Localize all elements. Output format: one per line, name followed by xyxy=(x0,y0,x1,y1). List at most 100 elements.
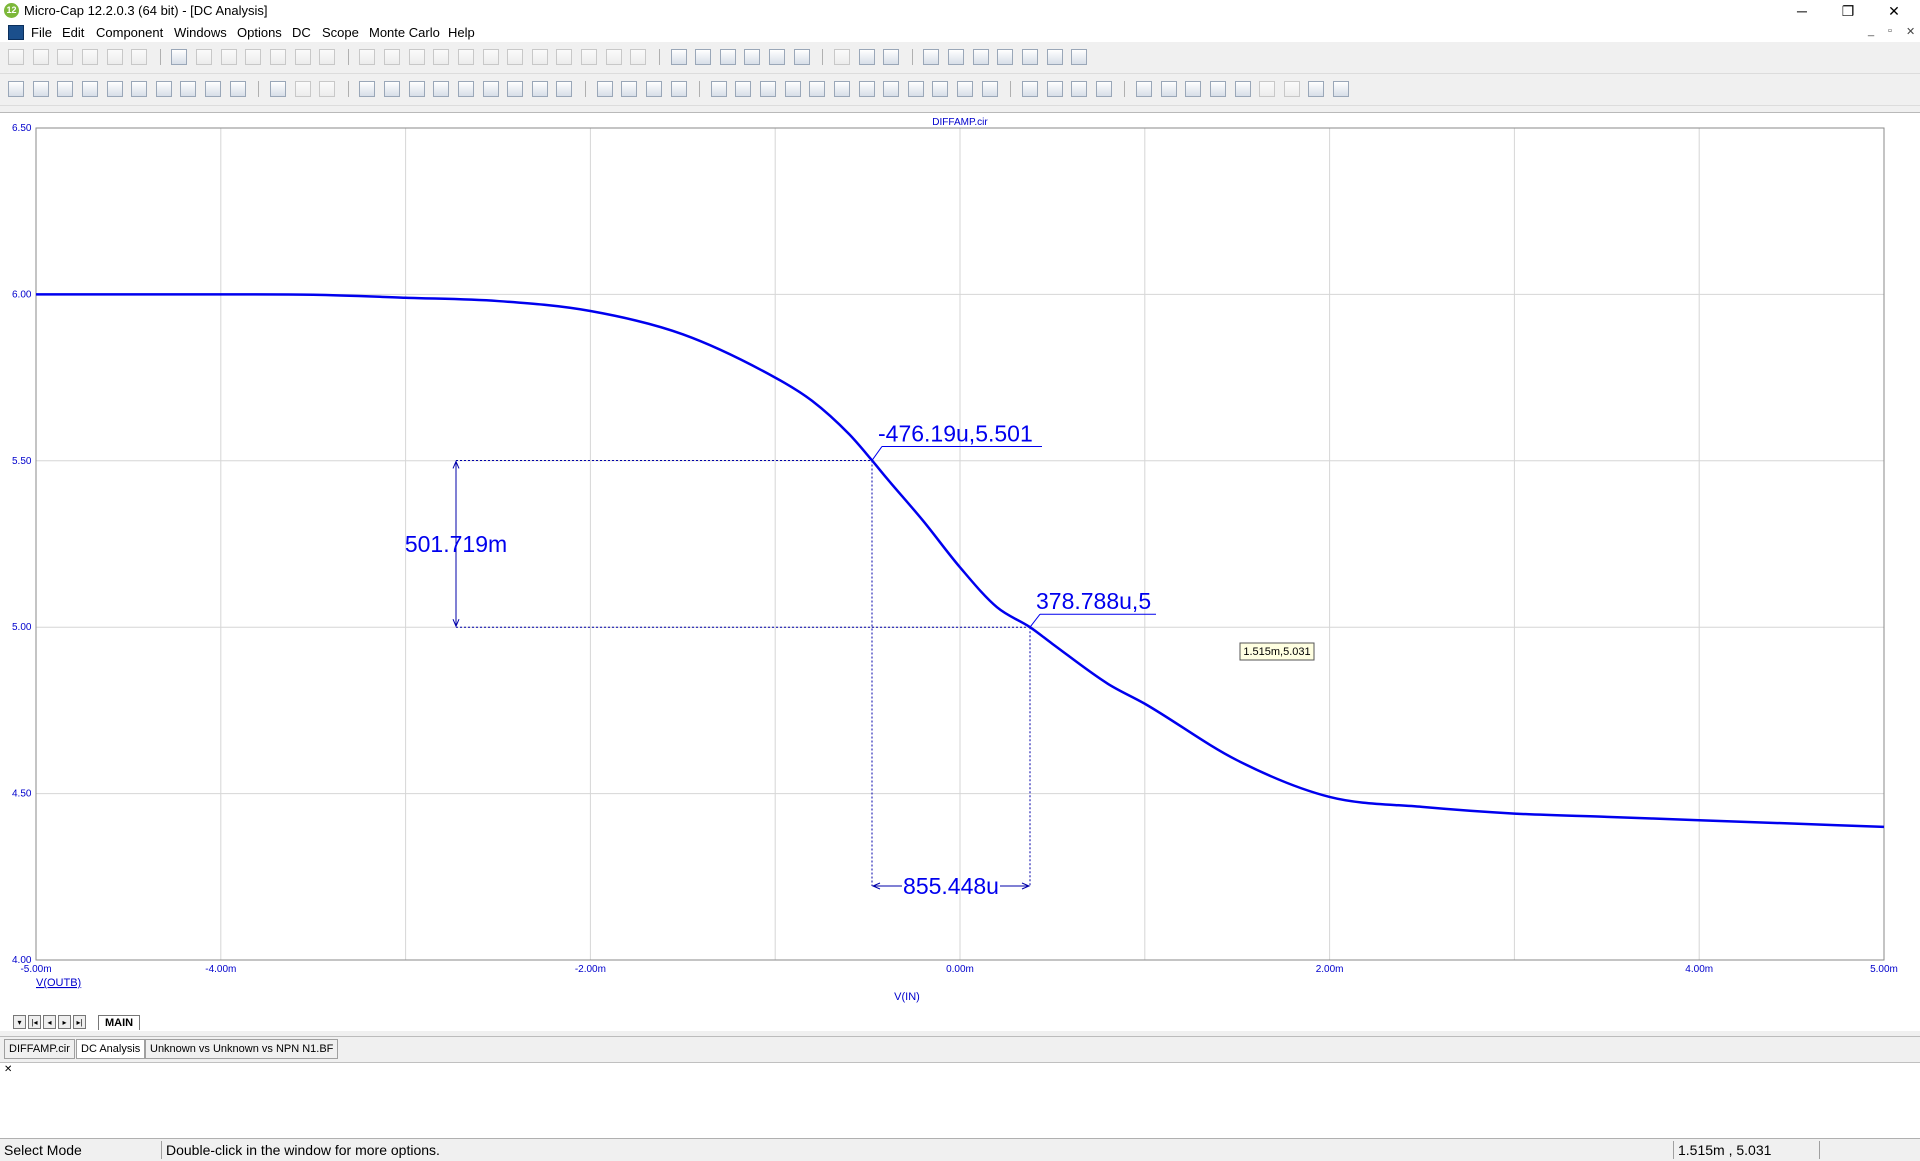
battery-icon[interactable] xyxy=(507,49,524,65)
waveform-icon[interactable] xyxy=(1046,49,1063,65)
equation-icon[interactable] xyxy=(1095,81,1112,97)
nav-next-icon[interactable]: ▸ xyxy=(58,1015,71,1029)
plot-window[interactable]: -5.00m -4.00m -2.00m 0.00m 2.00m 4.00m 5.00m 6.… xyxy=(0,112,1920,1031)
library-icon[interactable] xyxy=(858,49,875,65)
graphics-icon[interactable] xyxy=(205,81,221,97)
document-icon[interactable] xyxy=(8,25,24,40)
minor-grid-icon[interactable] xyxy=(482,81,499,97)
dx-dimension-label[interactable]: 855.448u xyxy=(903,873,999,899)
tokens-icon[interactable] xyxy=(433,81,450,97)
font-size-icon[interactable] xyxy=(1234,81,1251,97)
component-panel-icon[interactable] xyxy=(833,49,850,65)
resistor-icon[interactable] xyxy=(384,49,400,65)
analysis-limits-icon[interactable] xyxy=(923,49,940,65)
split-vertical-icon[interactable] xyxy=(1308,81,1325,97)
globe-icon[interactable] xyxy=(883,49,900,65)
probe-icon[interactable] xyxy=(630,49,647,65)
run-icon[interactable] xyxy=(269,81,286,97)
minimize-button[interactable]: ─ xyxy=(1780,0,1824,22)
plot-properties-icon[interactable] xyxy=(948,49,964,65)
performance-icon[interactable] xyxy=(1071,49,1088,65)
open-file-icon[interactable] xyxy=(32,49,49,65)
tile-vertical-icon[interactable] xyxy=(695,49,712,65)
save-icon[interactable] xyxy=(57,49,74,65)
inductor-icon[interactable] xyxy=(433,49,450,65)
select-all-icon[interactable] xyxy=(319,49,336,65)
tab-stepping-plot[interactable]: Unknown vs Unknown vs NPN N1.BF xyxy=(145,1039,339,1059)
color-grid-icon[interactable] xyxy=(1185,81,1202,97)
opamp-icon[interactable] xyxy=(531,49,548,65)
diode-icon[interactable] xyxy=(457,49,474,65)
text-icon[interactable] xyxy=(229,81,246,97)
same-y-scales-icon[interactable] xyxy=(531,81,548,97)
delete-icon[interactable] xyxy=(294,49,311,65)
nav-prev-icon[interactable]: ◂ xyxy=(43,1015,56,1029)
data-points-icon[interactable] xyxy=(408,81,425,97)
calculator-icon[interactable] xyxy=(793,49,810,65)
pan-icon[interactable] xyxy=(32,81,49,97)
wire-icon[interactable] xyxy=(581,49,597,65)
cut-icon[interactable] xyxy=(220,49,237,65)
scale-down-icon[interactable] xyxy=(384,81,400,97)
paste-plot-icon[interactable] xyxy=(1283,81,1300,97)
pause-icon[interactable] xyxy=(319,81,336,97)
new-file-icon[interactable] xyxy=(8,49,24,65)
view-icon[interactable] xyxy=(670,81,687,97)
zoom-in-icon[interactable] xyxy=(596,81,613,97)
marker-label-2[interactable]: 378.788u,5 xyxy=(1036,588,1151,614)
magnify-minus-icon[interactable] xyxy=(1160,81,1177,97)
tab-diffamp-cir[interactable]: DIFFAMP.cir xyxy=(4,1039,75,1059)
cursor-go-to-y-icon[interactable] xyxy=(981,81,998,97)
menu-windows[interactable]: Windows xyxy=(174,25,227,40)
cursor-global-high-icon[interactable] xyxy=(833,81,850,97)
close-button[interactable]: ✕ xyxy=(1872,0,1916,22)
capacitor-icon[interactable] xyxy=(408,49,425,65)
mdi-close-button[interactable]: ✕ xyxy=(1906,25,1915,38)
redo-icon[interactable] xyxy=(196,49,212,65)
cursor-slope-icon[interactable] xyxy=(883,81,900,97)
print-icon[interactable] xyxy=(131,49,148,65)
mdi-minimize-button[interactable]: _ xyxy=(1868,25,1874,37)
tag-icon[interactable] xyxy=(1046,81,1063,97)
vertical-tag-icon[interactable] xyxy=(155,81,172,97)
mdi-restore-button[interactable]: ▫ xyxy=(1888,25,1892,37)
menu-options[interactable]: Options xyxy=(237,25,282,40)
cursor-high-icon[interactable] xyxy=(760,81,776,97)
tools-icon[interactable] xyxy=(1021,49,1038,65)
cursor-inflection-icon[interactable] xyxy=(809,81,826,97)
sheet-tab-main[interactable]: MAIN xyxy=(98,1015,141,1030)
menu-help[interactable]: Help xyxy=(448,25,475,40)
marker-label-1[interactable]: -476.19u,5.501 xyxy=(878,420,1033,446)
save-all-icon[interactable] xyxy=(81,49,98,65)
close-pane-icon[interactable]: ✕ xyxy=(4,1064,12,1075)
node-icon[interactable] xyxy=(605,49,622,65)
zoom-fit-icon[interactable] xyxy=(645,81,662,97)
cursor-rise-icon[interactable] xyxy=(907,81,924,97)
menu-scope[interactable]: Scope xyxy=(322,25,359,40)
flag-icon[interactable] xyxy=(997,49,1014,65)
output-pane[interactable]: ✕ xyxy=(0,1062,1920,1139)
performance-tag-icon[interactable] xyxy=(180,81,197,97)
y-series-label[interactable]: V(OUTB) xyxy=(36,977,81,989)
copy-icon[interactable] xyxy=(245,49,262,65)
undo-icon[interactable] xyxy=(171,49,188,65)
cursor-fall-icon[interactable] xyxy=(932,81,949,97)
transistor-icon[interactable] xyxy=(482,49,499,65)
cascade-icon[interactable] xyxy=(670,49,687,65)
numeric-output-icon[interactable] xyxy=(972,49,989,65)
restore-button[interactable]: ❐ xyxy=(1826,0,1870,22)
cursor-global-low-icon[interactable] xyxy=(858,81,875,97)
stop-icon[interactable] xyxy=(294,81,311,97)
tab-dc-analysis[interactable]: DC Analysis xyxy=(76,1039,146,1059)
scale-up-icon[interactable] xyxy=(359,81,376,97)
dy-dimension-label[interactable]: 501.719m xyxy=(405,531,507,557)
tile-horizontal-icon[interactable] xyxy=(719,49,736,65)
cursor-go-to-x-icon[interactable] xyxy=(957,81,973,97)
horizontal-tag-icon[interactable] xyxy=(131,81,148,97)
zoom-box-icon[interactable] xyxy=(81,81,98,97)
nav-first-icon[interactable]: |◂ xyxy=(28,1015,41,1029)
magnify-plus-icon[interactable] xyxy=(1136,81,1152,97)
cursor-mode-icon[interactable] xyxy=(1021,81,1038,97)
stepping-icon[interactable] xyxy=(556,81,573,97)
ground-icon[interactable] xyxy=(359,49,376,65)
